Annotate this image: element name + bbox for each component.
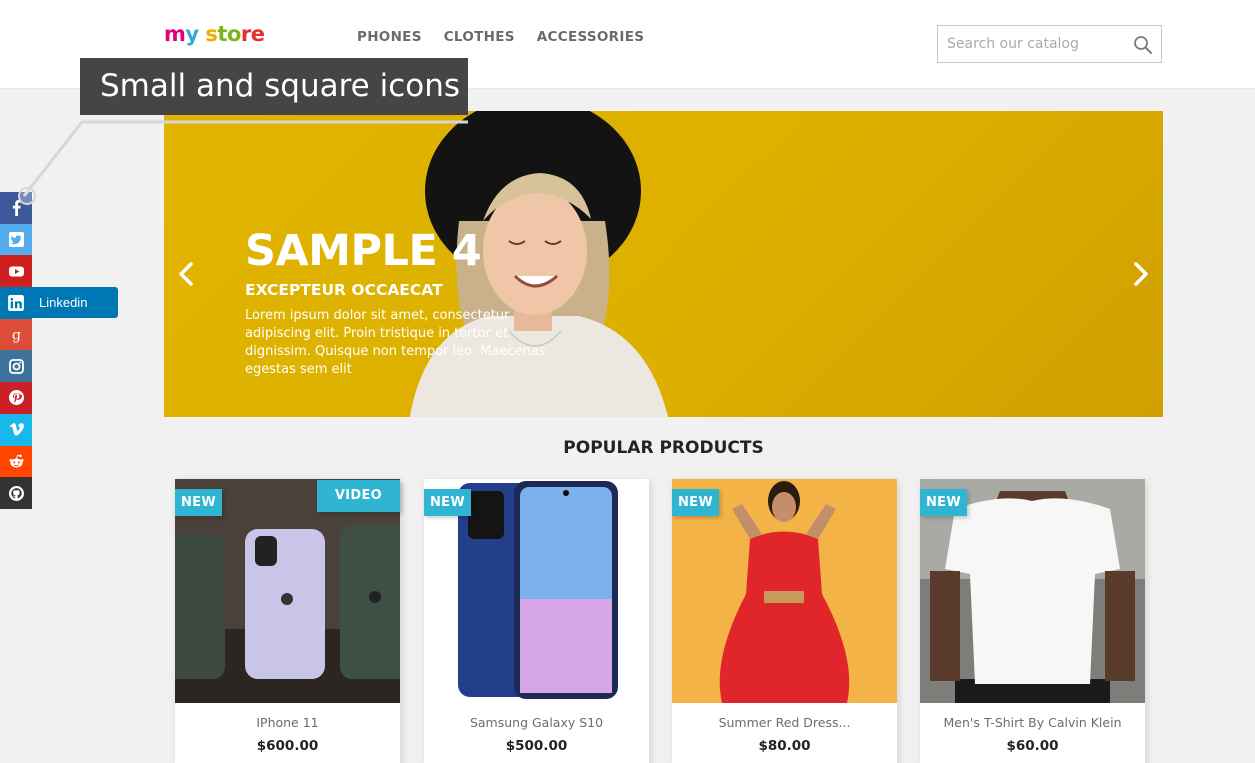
linkedin-label: Linkedin	[39, 295, 88, 310]
logo-letter: re	[240, 22, 265, 46]
social-twitter[interactable]	[0, 223, 32, 256]
search-box	[937, 25, 1162, 63]
product-name[interactable]: IPhone 11	[175, 715, 400, 730]
product-name[interactable]: Samsung Galaxy S10	[424, 715, 649, 730]
product-price: $500.00	[505, 738, 568, 754]
googleplus-icon: g	[12, 328, 21, 344]
product-card[interactable]: NEW Men's T-Shirt By Calvin Klein $60.00	[920, 479, 1145, 763]
search-icon[interactable]	[1133, 35, 1153, 55]
feature-tooltip: Small and square icons	[80, 58, 468, 115]
instagram-icon	[8, 358, 24, 374]
logo-letter: y	[185, 22, 199, 46]
slide-title: SAMPLE 4	[245, 226, 482, 276]
github-icon	[8, 485, 24, 501]
logo-letter: to	[217, 22, 241, 46]
search-input[interactable]	[938, 26, 1123, 62]
social-youtube[interactable]	[0, 255, 32, 288]
nav-item-clothes[interactable]: CLOTHES	[444, 29, 515, 45]
logo-letter: s	[198, 22, 218, 46]
new-badge: NEW	[920, 489, 967, 516]
product-price: $80.00	[758, 738, 811, 754]
social-vimeo[interactable]	[0, 413, 32, 446]
social-reddit[interactable]	[0, 445, 32, 478]
youtube-icon	[8, 266, 24, 277]
new-badge: NEW	[672, 489, 719, 516]
facebook-icon	[12, 200, 21, 217]
video-badge[interactable]: VIDEO	[316, 480, 400, 512]
main-nav: PHONES CLOTHES ACCESSORIES	[357, 29, 644, 45]
popular-products-title: POPULAR PRODUCTS	[563, 438, 764, 458]
linkedin-icon	[8, 295, 24, 311]
product-card[interactable]: NEW VIDEO IPhone 11 $600.00	[175, 479, 400, 763]
product-name[interactable]: Men's T-Shirt By Calvin Klein	[920, 715, 1145, 730]
hero-slider[interactable]: SAMPLE 4 EXCEPTEUR OCCAECAT Lorem ipsum …	[164, 111, 1163, 417]
social-share-bar: g	[0, 192, 32, 509]
pinterest-icon	[8, 390, 24, 406]
social-facebook[interactable]	[0, 192, 32, 224]
linkedin-hover-popup[interactable]: Linkedin	[0, 287, 118, 318]
slide-subtitle: EXCEPTEUR OCCAECAT	[245, 281, 443, 299]
twitter-icon	[8, 232, 24, 248]
store-logo[interactable]: my store	[164, 22, 265, 46]
social-googleplus[interactable]: g	[0, 318, 32, 351]
new-badge: NEW	[175, 489, 222, 516]
nav-item-accessories[interactable]: ACCESSORIES	[537, 29, 644, 45]
social-instagram[interactable]	[0, 350, 32, 383]
vimeo-icon	[9, 423, 24, 436]
nav-item-phones[interactable]: PHONES	[357, 29, 422, 45]
slider-next-arrow-icon[interactable]	[1129, 261, 1153, 287]
logo-letter: m	[164, 22, 186, 46]
social-pinterest[interactable]	[0, 382, 32, 414]
slider-prev-arrow-icon[interactable]	[174, 261, 198, 287]
product-price: $60.00	[1006, 738, 1059, 754]
reddit-icon	[9, 454, 23, 468]
social-github[interactable]	[0, 477, 32, 509]
slide-description: Lorem ipsum dolor sit amet, consectetur …	[245, 308, 546, 377]
new-badge: NEW	[424, 489, 471, 516]
product-card[interactable]: NEW Samsung Galaxy S10 $500.00	[424, 479, 649, 763]
svg-text:g: g	[12, 328, 21, 344]
product-name[interactable]: Summer Red Dress...	[672, 715, 897, 730]
product-price: $600.00	[256, 738, 319, 754]
product-card[interactable]: NEW Summer Red Dress... $80.00	[672, 479, 897, 763]
